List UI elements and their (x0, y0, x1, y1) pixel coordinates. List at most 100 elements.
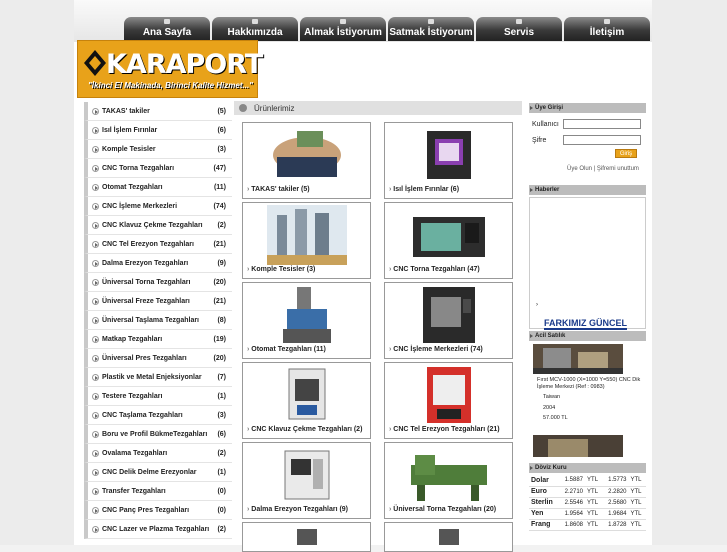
product-card[interactable]: CNC Klavuz Çekme Tezgahları (2) (242, 362, 371, 439)
product-image[interactable] (267, 205, 347, 265)
product-label[interactable]: Isıl İşlem Fırınlar (6) (389, 186, 459, 193)
category-count: (3) (217, 412, 226, 419)
category-item[interactable]: Testere Tezgahları (1) (84, 387, 232, 406)
category-item[interactable]: Boru ve Profil BükmeTezgahları (6) (84, 425, 232, 444)
category-item[interactable]: CNC Taşlama Tezgahları (3) (84, 406, 232, 425)
product-label[interactable]: CNC İşleme Merkezleri (74) (389, 346, 482, 353)
product-image[interactable] (267, 285, 347, 345)
nav-buy[interactable]: Almak İstiyorum (300, 17, 386, 41)
product-image[interactable] (267, 125, 347, 185)
category-name: Komple Tesisler (102, 146, 156, 153)
category-item[interactable]: CNC Torna Tezgahları (47) (84, 159, 232, 178)
category-name: TAKAS' takiler (102, 108, 150, 115)
product-label[interactable]: Otomat Tezgahları (11) (247, 346, 326, 353)
category-count: (74) (213, 203, 226, 210)
arrow-circle-icon (92, 146, 99, 153)
nav-home[interactable]: Ana Sayfa (124, 17, 210, 41)
product-card[interactable]: Isıl İşlem Fırınlar (6) (384, 122, 513, 199)
username-input[interactable] (563, 119, 641, 129)
category-item[interactable]: Üniversal Taşlama Tezgahları (8) (84, 311, 232, 330)
arrow-circle-icon (92, 184, 99, 191)
product-card[interactable]: Komple Tesisler (3) (242, 202, 371, 279)
category-name: Otomat Tezgahları (102, 184, 163, 191)
category-count: (2) (217, 526, 226, 533)
currency-buy: 1.8608 (559, 519, 586, 531)
category-item[interactable]: CNC Delik Delme Erezyonlar (1) (84, 463, 232, 482)
urgent-photo[interactable] (533, 344, 623, 374)
product-card-partial[interactable] (384, 522, 513, 552)
product-image[interactable] (267, 365, 347, 425)
category-item[interactable]: Otomat Tezgahları (11) (84, 178, 232, 197)
category-item[interactable]: CNC İşleme Merkezleri (74) (84, 197, 232, 216)
nav-contact[interactable]: İletişim (564, 17, 650, 41)
category-item[interactable]: Ovalama Tezgahları (2) (84, 444, 232, 463)
category-item[interactable]: Transfer Tezgahları (0) (84, 482, 232, 501)
category-count: (19) (213, 336, 226, 343)
news-banner[interactable]: FARKIMIZ GÜNCEL (544, 318, 627, 330)
nav-about[interactable]: Hakkımızda (212, 17, 298, 41)
product-image[interactable] (267, 525, 347, 545)
product-image[interactable] (267, 445, 347, 505)
category-item[interactable]: CNC Lazer ve Plazma Tezgahları (2) (84, 520, 232, 539)
product-card[interactable]: Dalma Erezyon Tezgahları (9) (242, 442, 371, 519)
product-card[interactable]: CNC İşleme Merkezleri (74) (384, 282, 513, 359)
product-card[interactable]: TAKAS' takiler (5) (242, 122, 371, 199)
category-item[interactable]: Üniversal Torna Tezgahları (20) (84, 273, 232, 292)
currency-sell: 1.8728 (602, 519, 629, 531)
category-count: (8) (217, 317, 226, 324)
product-image[interactable] (409, 525, 489, 545)
currency-buy: 2.2710 (559, 486, 586, 498)
arrow-circle-icon (92, 374, 99, 381)
category-item[interactable]: Üniversal Freze Tezgahları (21) (84, 292, 232, 311)
product-label[interactable]: CNC Klavuz Çekme Tezgahları (2) (247, 426, 362, 433)
nav-dot-icon (252, 19, 258, 24)
product-label[interactable]: CNC Tel Erezyon Tezgahları (21) (389, 426, 499, 433)
category-count: (6) (217, 431, 226, 438)
category-name: Üniversal Taşlama Tezgahları (102, 317, 200, 324)
product-card[interactable]: CNC Tel Erezyon Tezgahları (21) (384, 362, 513, 439)
product-card[interactable]: Otomat Tezgahları (11) (242, 282, 371, 359)
product-card-partial[interactable] (242, 522, 371, 552)
site-logo[interactable]: KARAPORT "İkinci El Makinada, Birinci Ka… (77, 40, 263, 98)
urgent-price: 57.000 TL (543, 415, 568, 421)
category-item[interactable]: Komple Tesisler (3) (84, 140, 232, 159)
product-label[interactable]: TAKAS' takiler (5) (247, 186, 309, 193)
product-image[interactable] (409, 365, 489, 425)
currency-u2: YTL (628, 475, 646, 487)
product-card[interactable]: CNC Torna Tezgahları (47) (384, 202, 513, 279)
product-image[interactable] (409, 445, 489, 505)
product-label[interactable]: Dalma Erezyon Tezgahları (9) (247, 506, 348, 513)
category-item[interactable]: Üniversal Pres Tezgahları (20) (84, 349, 232, 368)
category-item[interactable]: Isıl İşlem Fırınlar (6) (84, 121, 232, 140)
urgent-item-title[interactable]: Fırst MCV-1000 (X=1000 Y=550) CNC Dik İş… (537, 377, 645, 391)
arrow-circle-icon (92, 222, 99, 229)
nav-service[interactable]: Servis (476, 17, 562, 41)
register-forgot-links[interactable]: Üye Olun | Şifremi unuttum (567, 166, 639, 172)
product-label[interactable]: Üniversal Torna Tezgahları (20) (389, 506, 496, 513)
category-item[interactable]: Plastik ve Metal Enjeksiyonlar (7) (84, 368, 232, 387)
product-image[interactable] (409, 125, 489, 185)
category-item[interactable]: Matkap Tezgahları (19) (84, 330, 232, 349)
category-name: CNC Tel Erezyon Tezgahları (102, 241, 194, 248)
arrow-circle-icon (92, 260, 99, 267)
nav-label: Ana Sayfa (142, 27, 192, 38)
urgent-photo-2[interactable] (533, 435, 623, 457)
category-item[interactable]: TAKAS' takiler (5) (84, 102, 232, 121)
category-count: (2) (217, 222, 226, 229)
currency-row: Dolar 1.5887 YTL 1.5773 YTL (529, 475, 646, 487)
nav-label: Servis (503, 27, 535, 38)
product-card[interactable]: Üniversal Torna Tezgahları (20) (384, 442, 513, 519)
nav-sell[interactable]: Satmak İstiyorum (388, 17, 474, 41)
urgent-title: Acil Satılık (529, 331, 646, 341)
password-input[interactable] (563, 135, 641, 145)
login-button[interactable]: Giriş (615, 149, 637, 158)
product-label[interactable]: CNC Torna Tezgahları (47) (389, 266, 479, 273)
main-nav: Ana Sayfa Hakkımızda Almak İstiyorum Sat… (124, 17, 652, 41)
category-item[interactable]: CNC Panç Pres Tezgahları (0) (84, 501, 232, 520)
product-label[interactable]: Komple Tesisler (3) (247, 266, 315, 273)
product-image[interactable] (409, 205, 489, 265)
product-image[interactable] (409, 285, 489, 345)
category-item[interactable]: CNC Tel Erezyon Tezgahları (21) (84, 235, 232, 254)
category-item[interactable]: Dalma Erezyon Tezgahları (9) (84, 254, 232, 273)
category-item[interactable]: CNC Klavuz Çekme Tezgahları (2) (84, 216, 232, 235)
